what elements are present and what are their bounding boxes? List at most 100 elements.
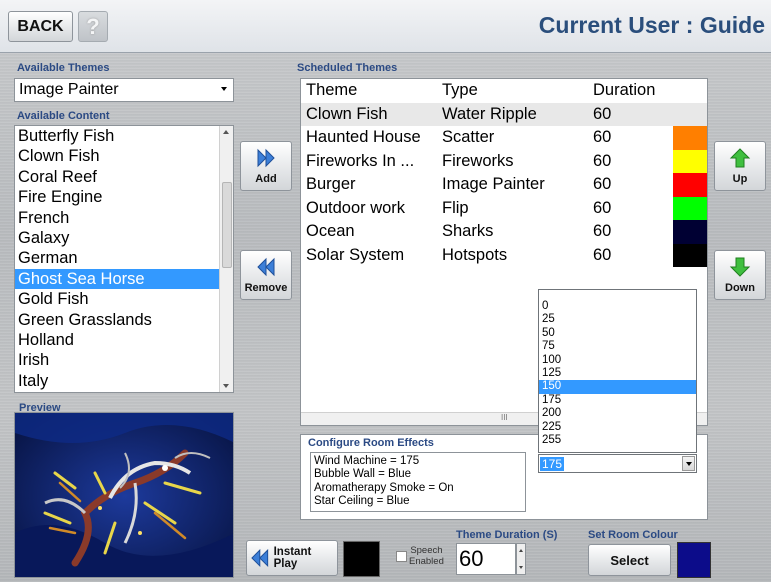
- cell-type: Scatter: [442, 128, 495, 146]
- content-list-item[interactable]: Butterfly Fish: [15, 126, 233, 146]
- table-row[interactable]: Solar System Hotspots 60: [301, 243, 707, 267]
- current-user-title: Current User : Guide: [538, 12, 765, 38]
- content-list-item[interactable]: German: [15, 248, 233, 268]
- theme-colour-swatch[interactable]: [673, 126, 707, 150]
- duration-select[interactable]: 175: [538, 454, 697, 473]
- available-themes-label: Available Themes: [17, 62, 110, 74]
- arrow-down-icon: [729, 257, 751, 277]
- speech-enabled-checkbox[interactable]: [396, 551, 407, 562]
- available-content-list[interactable]: Butterfly Fish Clown Fish Coral Reef Fire E…: [14, 125, 234, 393]
- down-button[interactable]: Down: [714, 250, 766, 300]
- available-content-label: Available Content: [17, 110, 110, 122]
- scheduled-themes-label: Scheduled Themes: [297, 62, 398, 74]
- instant-play-colour-swatch: [343, 541, 380, 577]
- theme-colour-swatch[interactable]: [673, 196, 707, 220]
- cell-theme: Outdoor work: [306, 198, 406, 217]
- duration-option[interactable]: 50: [539, 327, 696, 340]
- column-header-type[interactable]: Type: [442, 81, 478, 100]
- set-room-colour-label: Set Room Colour: [588, 529, 678, 541]
- scrollbar-grip[interactable]: III: [501, 413, 508, 422]
- sea-horse-preview-art: [15, 413, 233, 577]
- column-header-theme[interactable]: Theme: [306, 81, 357, 100]
- duration-options-list[interactable]: 0 25 50 75 100 125 150 175 200 225 255: [538, 289, 697, 453]
- content-list-item[interactable]: Irish: [15, 350, 233, 370]
- duration-option[interactable]: 25: [539, 313, 696, 326]
- duration-option[interactable]: 225: [539, 421, 696, 434]
- cell-duration: 60: [593, 198, 612, 217]
- theme-type-dropdown[interactable]: Image Painter: [14, 78, 234, 102]
- cell-duration: 60: [593, 222, 612, 240]
- instant-play-label: Instant Play: [273, 546, 312, 570]
- effect-line: Aromatherapy Smoke = On: [314, 481, 454, 494]
- cell-duration: 60: [593, 175, 612, 193]
- duration-option[interactable]: 175: [539, 394, 696, 407]
- cell-type: Flip: [442, 198, 469, 217]
- table-row[interactable]: Ocean Sharks 60: [301, 220, 707, 244]
- help-button[interactable]: ?: [78, 11, 108, 42]
- table-row[interactable]: Outdoor work Flip 60: [301, 196, 707, 220]
- chevron-down-icon[interactable]: [682, 456, 695, 471]
- content-list-item[interactable]: Italy: [15, 371, 233, 391]
- theme-type-value: Image Painter: [19, 81, 119, 98]
- scrollbar-thumb[interactable]: [222, 182, 232, 268]
- duration-option[interactable]: 255: [539, 434, 696, 447]
- duration-option[interactable]: 0: [539, 300, 696, 313]
- content-list-item[interactable]: Ghost Sea Horse: [15, 268, 233, 290]
- room-colour-swatch: [677, 542, 711, 578]
- duration-option[interactable]: 125: [539, 367, 696, 380]
- cell-duration: 60: [593, 245, 612, 264]
- theme-colour-swatch[interactable]: [673, 220, 707, 244]
- instant-play-button[interactable]: Instant Play: [246, 540, 338, 576]
- preview-image: [14, 412, 234, 578]
- theme-duration-input[interactable]: 60: [456, 543, 516, 575]
- speech-enabled-label: Speech Enabled: [409, 545, 444, 567]
- duration-option[interactable]: 200: [539, 407, 696, 420]
- cell-theme: Clown Fish: [306, 104, 388, 123]
- content-list-item[interactable]: Holland: [15, 330, 233, 350]
- select-colour-button[interactable]: Select: [588, 544, 671, 576]
- remove-button-label: Remove: [244, 282, 288, 294]
- cell-duration: 60: [593, 128, 612, 146]
- scroll-up-icon[interactable]: [223, 130, 229, 134]
- cell-type: Hotspots: [442, 245, 508, 264]
- remove-button[interactable]: Remove: [240, 250, 292, 300]
- effect-line: Wind Machine = 175: [314, 455, 420, 467]
- double-arrow-right-icon: [257, 148, 275, 168]
- theme-colour-swatch[interactable]: [673, 149, 707, 173]
- content-list-item[interactable]: Green Grasslands: [15, 310, 233, 330]
- double-arrow-left-icon: [251, 548, 269, 568]
- content-list-item[interactable]: French: [15, 208, 233, 228]
- column-header-duration[interactable]: Duration: [593, 81, 655, 100]
- table-row[interactable]: Clown Fish Water Ripple 60: [301, 102, 707, 126]
- add-button[interactable]: Add: [240, 141, 292, 191]
- cell-theme: Fireworks In ...: [306, 151, 415, 170]
- table-row[interactable]: Fireworks In ... Fireworks 60: [301, 149, 707, 173]
- cell-theme: Haunted House: [306, 128, 421, 146]
- duration-option[interactable]: 100: [539, 354, 696, 367]
- content-list-item[interactable]: Gold Fish: [15, 289, 233, 309]
- scroll-down-icon[interactable]: [223, 384, 229, 388]
- duration-spinner[interactable]: [516, 543, 526, 575]
- header-bar: BACK ? Current User : Guide: [0, 0, 771, 53]
- cell-type: Image Painter: [442, 175, 545, 193]
- theme-colour-swatch[interactable]: [673, 173, 707, 197]
- duration-option[interactable]: 75: [539, 340, 696, 353]
- cell-theme: Ocean: [306, 222, 355, 240]
- double-arrow-left-icon: [257, 257, 275, 277]
- duration-select-value: 175: [540, 457, 565, 471]
- content-list-item[interactable]: Fire Engine: [15, 187, 233, 207]
- table-header-row: Theme Type Duration: [301, 79, 707, 103]
- content-list-scrollbar[interactable]: [219, 126, 233, 392]
- back-button[interactable]: BACK: [8, 11, 73, 42]
- content-list-item[interactable]: Clown Fish: [15, 146, 233, 166]
- up-button[interactable]: Up: [714, 141, 766, 191]
- help-icon: ?: [86, 13, 100, 39]
- cell-type: Water Ripple: [442, 104, 537, 123]
- theme-colour-swatch[interactable]: [673, 243, 707, 267]
- content-list-item[interactable]: Coral Reef: [15, 167, 233, 187]
- table-row[interactable]: Burger Image Painter 60: [301, 173, 707, 197]
- duration-option[interactable]: 150: [539, 380, 696, 394]
- effect-line: Bubble Wall = Blue: [314, 468, 412, 481]
- content-list-item[interactable]: Galaxy: [15, 228, 233, 248]
- table-row[interactable]: Haunted House Scatter 60: [301, 126, 707, 150]
